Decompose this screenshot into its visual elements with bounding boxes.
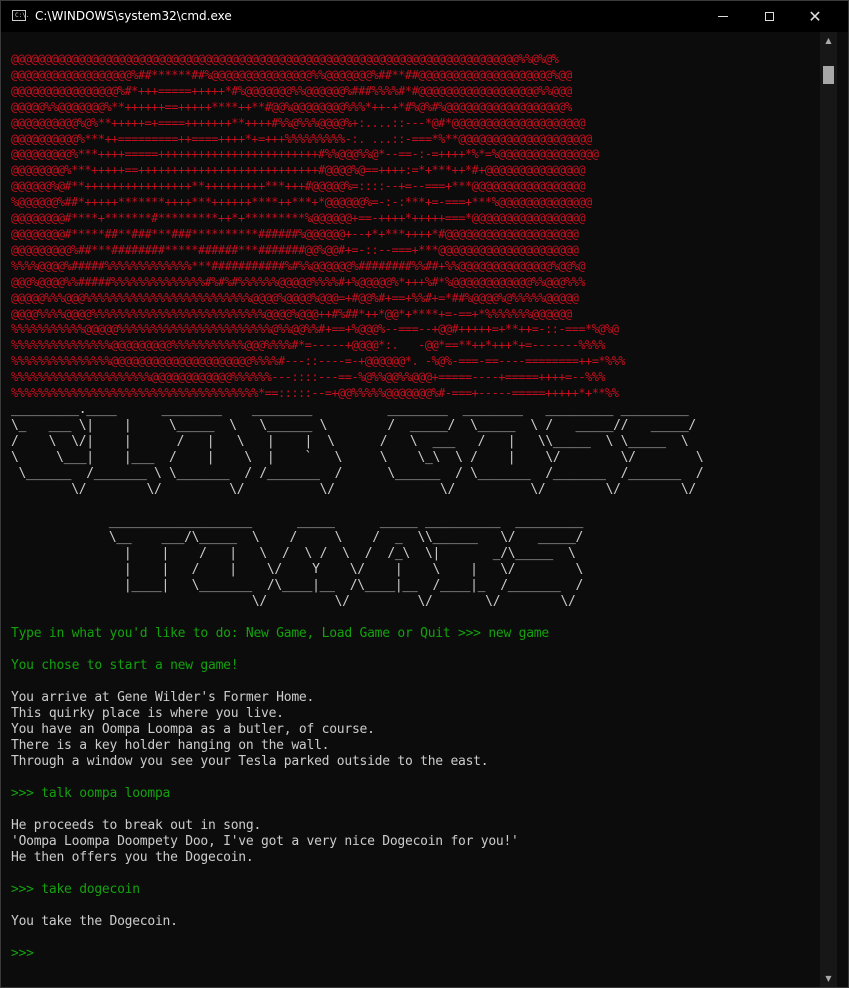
location-description-4: There is a key holder hanging on the wal…	[11, 738, 330, 753]
new-game-message: You chose to start a new game!	[11, 658, 239, 673]
command-talk: >>> talk oompa loompa	[11, 786, 171, 801]
close-icon: ✕	[808, 7, 822, 26]
scrollbar-thumb[interactable]	[823, 66, 834, 84]
title-bar[interactable]: C:\. C:\WINDOWS\system32\cmd.exe ✕	[1, 1, 848, 32]
minimize-button[interactable]	[700, 1, 746, 32]
location-description-2: This quirky place is where you live.	[11, 706, 284, 721]
command-take: >>> take dogecoin	[11, 882, 140, 897]
close-button[interactable]: ✕	[792, 1, 838, 32]
location-description-5: Through a window you see your Tesla park…	[11, 754, 489, 769]
cmd-app-icon-text: C:\.	[15, 12, 30, 19]
cmd-app-icon[interactable]: C:\.	[12, 10, 30, 21]
minimize-icon	[718, 16, 728, 17]
response-line-1: He proceeds to break out in song.	[11, 818, 262, 833]
location-description-3: You have an Oompa Loompa as a butler, of…	[11, 722, 375, 737]
scroll-up-icon[interactable]: ▲	[820, 32, 837, 49]
prompt-question: Type in what you'd like to do: New Game,…	[11, 626, 549, 641]
response-take: You take the Dogecoin.	[11, 914, 178, 929]
response-line-2: 'Oompa Loompa Doompety Doo, I've got a v…	[11, 834, 519, 849]
maximize-icon	[764, 12, 774, 21]
ascii-art-banner: @@@@@@@@@@@@@@@@@@@@@@@@@@@@@@@@@@@@@@@@…	[11, 52, 626, 401]
command-prompt[interactable]: >>>	[11, 946, 34, 962]
vertical-scrollbar[interactable]: ▲ ▼	[820, 32, 837, 987]
response-line-3: He then offers you the Dogecoin.	[11, 850, 254, 865]
window-title: C:\WINDOWS\system32\cmd.exe	[35, 9, 232, 23]
location-description-1: You arrive at Gene Wilder's Former Home.	[11, 690, 315, 705]
console-output[interactable]: @@@@@@@@@@@@@@@@@@@@@@@@@@@@@@@@@@@@@@@@…	[1, 32, 820, 987]
cmd-window: C:\. C:\WINDOWS\system32\cmd.exe ✕ @@@@@…	[0, 0, 849, 988]
scroll-down-icon[interactable]: ▼	[820, 970, 837, 987]
maximize-button[interactable]	[746, 1, 792, 32]
ascii-title-logo: _________.____ ________ ________ _______…	[11, 402, 704, 609]
